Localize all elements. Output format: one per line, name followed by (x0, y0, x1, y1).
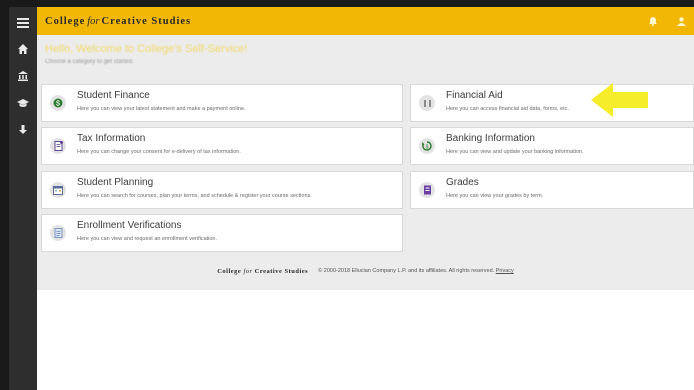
empty-page-area (37, 290, 694, 390)
card-description: Here you can search for courses, plan yo… (77, 193, 312, 199)
dollar-icon: $ (50, 95, 66, 111)
card-title: Grades (446, 177, 479, 188)
verification-icon (50, 225, 66, 241)
card-description: Here you can change your consent for e-d… (77, 149, 241, 155)
card-student-finance[interactable]: $ Student Finance Here you can view your… (41, 84, 403, 122)
card-description: Here you can access financial aid data, … (446, 106, 569, 112)
tax-form-icon (50, 138, 66, 154)
window-frame-left (0, 0, 9, 390)
card-enrollment-verifications[interactable]: Enrollment Verifications Here you can vi… (41, 214, 403, 252)
header-bar: College for Creative Studies (37, 7, 694, 35)
svg-text:$: $ (56, 101, 60, 108)
privacy-link[interactable]: Privacy (496, 268, 514, 274)
card-description: Here you can view and request an enrollm… (77, 236, 218, 242)
download-icon[interactable] (9, 119, 37, 141)
footer-logo-word-for: for (243, 267, 253, 275)
card-title: Tax Information (77, 133, 146, 144)
graduation-cap-icon[interactable] (9, 92, 37, 114)
card-grades[interactable]: Grades Here you can view your grades by … (410, 171, 694, 209)
card-title: Student Finance (77, 90, 150, 101)
copyright-text: © 2000-2018 Ellucian Company L.P. and it… (318, 268, 495, 274)
home-icon[interactable] (9, 38, 37, 60)
grades-book-icon (419, 182, 435, 198)
logo-word-for: for (87, 15, 100, 27)
card-financial-aid[interactable]: Financial Aid Here you can access financ… (410, 84, 694, 122)
svg-text:$: $ (426, 144, 429, 150)
welcome-subtitle: Choose a category to get started. (45, 59, 134, 65)
card-title: Financial Aid (446, 90, 503, 101)
footer: College for Creative Studies © 2000-2018… (37, 252, 694, 290)
card-banking-information[interactable]: $ Banking Information Here you can view … (410, 127, 694, 165)
bank-icon[interactable] (9, 65, 37, 87)
sidebar (9, 7, 37, 390)
card-title: Student Planning (77, 177, 154, 188)
card-tax-information[interactable]: Tax Information Here you can change your… (41, 127, 403, 165)
welcome-title: Hello, Welcome to College's Self-Service… (45, 43, 248, 55)
footer-logo-word-creative-studies: Creative Studies (254, 267, 309, 275)
card-title: Banking Information (446, 133, 535, 144)
card-description: Here you can view and update your bankin… (446, 149, 584, 155)
college-logo[interactable]: College for Creative Studies (45, 16, 191, 27)
columns-icon (419, 95, 435, 111)
notifications-icon[interactable] (640, 8, 666, 34)
footer-logo: College for Creative Studies (217, 268, 308, 275)
footer-copyright: © 2000-2018 Ellucian Company L.P. and it… (318, 268, 514, 274)
footer-logo-word-college: College (217, 267, 242, 275)
logo-word-college: College (45, 15, 86, 27)
bank-cycle-icon: $ (419, 138, 435, 154)
card-description: Here you can view your grades by term. (446, 193, 544, 199)
calendar-icon (50, 182, 66, 198)
card-title: Enrollment Verifications (77, 220, 182, 231)
card-description: Here you can view your latest statement … (77, 106, 246, 112)
card-student-planning[interactable]: Student Planning Here you can search for… (41, 171, 403, 209)
user-menu-icon[interactable] (668, 8, 694, 34)
yellow-arrow-annotation (591, 83, 648, 117)
logo-word-creative-studies: Creative Studies (101, 15, 192, 27)
window-frame-top (0, 0, 694, 7)
menu-icon[interactable] (9, 12, 37, 34)
